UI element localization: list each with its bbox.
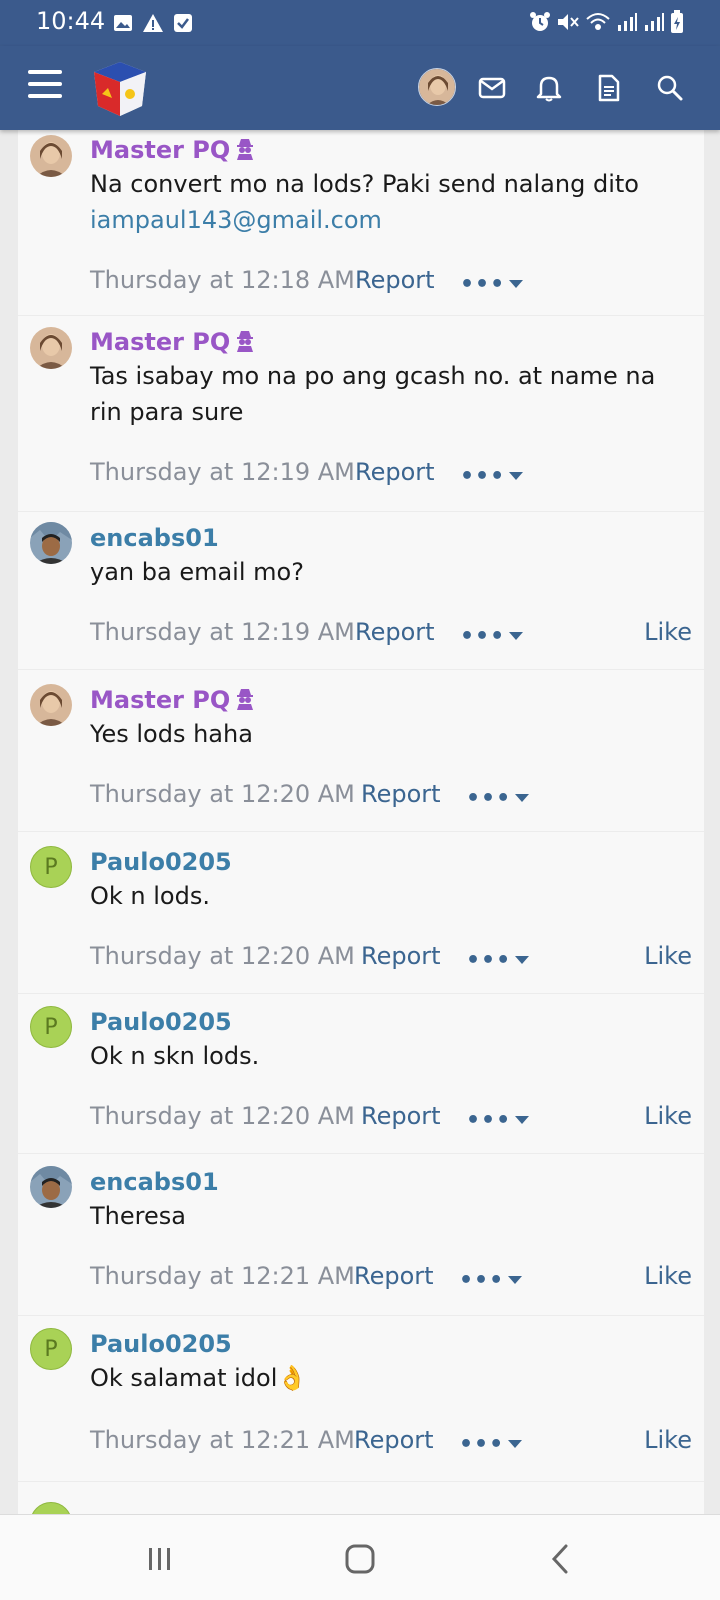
report-link[interactable]: Report	[355, 618, 435, 646]
signal-icon	[643, 10, 665, 34]
message-body: Ok salamat idol	[90, 1364, 278, 1392]
username[interactable]: Paulo0205	[90, 848, 232, 876]
report-link[interactable]: Report	[354, 1426, 434, 1454]
message-item: P Paulo0205 Ok n skn lods. Thursday at 1…	[18, 994, 704, 1154]
like-button[interactable]: Like	[644, 1262, 692, 1290]
more-options-icon[interactable]: •••	[466, 1106, 530, 1134]
username-text[interactable]: Master PQ	[90, 686, 230, 714]
message-body: Na convert mo na lods? Paki send nalang …	[90, 170, 639, 198]
more-options-icon[interactable]: •••	[459, 1430, 523, 1458]
message-item: Master PQ Yes lods haha Thursday at 12:2…	[18, 670, 704, 832]
email-link[interactable]: iampaul143@gmail.com	[90, 206, 382, 234]
report-link[interactable]: Report	[354, 1262, 434, 1290]
recent-apps-icon[interactable]	[140, 1539, 180, 1579]
message-item: Master PQ Tas isabay mo na po ang gcash …	[18, 316, 704, 512]
alarm-icon	[529, 10, 551, 34]
like-button[interactable]: Like	[644, 1426, 692, 1454]
site-logo[interactable]	[90, 58, 150, 120]
message-item: encabs01 Theresa Thursday at 12:21 AM Re…	[18, 1154, 704, 1316]
timestamp[interactable]: Thursday at 12:20 AM	[90, 1102, 355, 1130]
report-link[interactable]: Report	[355, 458, 435, 486]
username[interactable]: Paulo0205	[90, 1008, 232, 1036]
more-options-icon[interactable]: •••	[460, 622, 524, 650]
like-button[interactable]: Like	[644, 618, 692, 646]
avatar[interactable]	[30, 327, 72, 369]
message-text: Theresa	[90, 1202, 186, 1230]
timestamp[interactable]: Thursday at 12:20 AM	[90, 942, 355, 970]
report-link[interactable]: Report	[361, 942, 441, 970]
timestamp[interactable]: Thursday at 12:21 AM	[90, 1426, 355, 1454]
image-icon	[112, 12, 134, 34]
avatar[interactable]: P	[30, 1328, 72, 1370]
username[interactable]: encabs01	[90, 1168, 219, 1196]
username[interactable]: Master PQ	[90, 136, 256, 166]
message-text: Tas isabay mo na po ang gcash no. at nam…	[90, 362, 656, 426]
report-link[interactable]: Report	[361, 1102, 441, 1130]
avatar[interactable]	[30, 1166, 72, 1208]
report-link[interactable]: Report	[355, 266, 435, 294]
staff-badge-icon	[234, 328, 256, 358]
report-link[interactable]: Report	[361, 780, 441, 808]
like-button[interactable]: Like	[644, 942, 692, 970]
more-options-icon[interactable]: •••	[460, 270, 524, 298]
username[interactable]: encabs01	[90, 524, 219, 552]
timestamp[interactable]: Thursday at 12:20 AM	[90, 780, 355, 808]
status-bar: 10:44	[0, 0, 720, 46]
username[interactable]: Master PQ	[90, 328, 256, 358]
avatar[interactable]	[30, 135, 72, 177]
more-options-icon[interactable]: •••	[460, 462, 524, 490]
timestamp[interactable]: Thursday at 12:19 AM	[90, 458, 355, 486]
message-text: yan ba email mo?	[90, 558, 304, 586]
battery-icon	[670, 10, 684, 34]
message-item: P Paulo0205 Ok n lods. Thursday at 12:20…	[18, 832, 704, 994]
message-text: Ok n skn lods.	[90, 1042, 260, 1070]
warning-icon	[142, 12, 164, 34]
avatar[interactable]: P	[30, 846, 72, 888]
timestamp[interactable]: Thursday at 12:18 AM	[90, 266, 355, 294]
message-item: P Paulo0205 Ok salamat idol👌 Thursday at…	[18, 1316, 704, 1482]
search-icon[interactable]	[650, 68, 690, 108]
inbox-icon[interactable]	[472, 68, 512, 108]
user-avatar[interactable]	[418, 68, 456, 106]
back-icon[interactable]	[540, 1539, 580, 1579]
more-options-icon[interactable]: •••	[466, 946, 530, 974]
avatar[interactable]	[30, 684, 72, 726]
more-options-icon[interactable]: •••	[459, 1266, 523, 1294]
ok-hand-emoji: 👌	[277, 1364, 308, 1392]
message-text: Ok n lods.	[90, 882, 210, 910]
checkbox-icon	[172, 12, 194, 34]
avatar[interactable]	[30, 1502, 72, 1514]
message-text: Yes lods haha	[90, 720, 253, 748]
message-text: Na convert mo na lods? Paki send nalang …	[90, 166, 690, 238]
message-text: Ok salamat idol👌	[90, 1360, 690, 1396]
username[interactable]: Paulo0205	[90, 1330, 232, 1358]
username-text[interactable]: Master PQ	[90, 136, 230, 164]
username[interactable]: Master PQ	[90, 686, 256, 716]
like-button[interactable]: Like	[644, 1102, 692, 1130]
message-list: Master PQ Na convert mo na lods? Paki se…	[18, 130, 704, 1514]
document-icon[interactable]	[589, 68, 629, 108]
timestamp[interactable]: Thursday at 12:19 AM	[90, 618, 355, 646]
more-options-icon[interactable]: •••	[466, 784, 530, 812]
wifi-icon	[585, 10, 611, 34]
home-icon[interactable]	[340, 1539, 380, 1579]
signal-icon	[616, 10, 638, 34]
staff-badge-icon	[234, 686, 256, 716]
avatar[interactable]: P	[30, 1006, 72, 1048]
mute-icon	[556, 10, 580, 34]
staff-badge-icon	[234, 136, 256, 166]
bell-icon[interactable]	[529, 68, 569, 108]
system-nav-bar	[0, 1514, 720, 1600]
username-text[interactable]: Master PQ	[90, 328, 230, 356]
app-header	[0, 46, 720, 130]
hamburger-menu-icon[interactable]	[28, 70, 62, 100]
avatar[interactable]	[30, 522, 72, 564]
status-time: 10:44	[36, 7, 106, 35]
message-item: Master PQ Na convert mo na lods? Paki se…	[18, 130, 704, 316]
message-item: encabs01 yan ba email mo? Thursday at 12…	[18, 512, 704, 670]
timestamp[interactable]: Thursday at 12:21 AM	[90, 1262, 355, 1290]
